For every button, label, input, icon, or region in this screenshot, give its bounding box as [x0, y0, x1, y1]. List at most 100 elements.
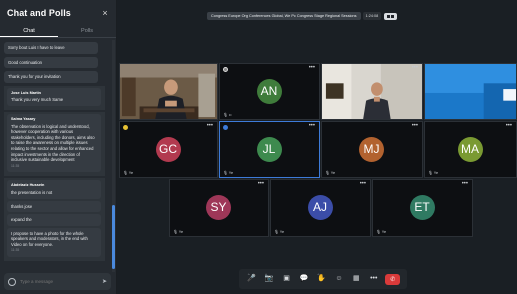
avatar: AJ — [307, 195, 333, 220]
chat-icon: 💬 — [299, 275, 309, 282]
message-text: expand the — [11, 217, 32, 223]
message-time: 11:35 — [11, 248, 20, 253]
meeting-topbar: Congress Europe Org Conferences Global, … — [207, 12, 398, 20]
end-call-button[interactable]: ✆ — [385, 273, 401, 285]
message-text: The observation is logical and understoo… — [11, 123, 95, 163]
grid-icon: ▦ — [353, 275, 360, 282]
participant-tile-video[interactable] — [424, 63, 517, 120]
participant-tile-gc[interactable]: ••• GC 🎙 Ye — [119, 121, 218, 178]
message-text: Sorry bout Luis I have to leave — [8, 45, 65, 50]
more-icon[interactable]: ••• — [462, 181, 468, 187]
message-group: Jose Luis Martin Thank you very much Sam… — [4, 85, 105, 110]
more-options-button[interactable]: ••• — [368, 273, 380, 285]
chat-scrollbar-thumb[interactable] — [112, 205, 115, 269]
more-icon[interactable]: ••• — [207, 123, 213, 129]
chat-message: Thank you for your invitation — [4, 71, 98, 83]
chat-button[interactable]: 💬 — [298, 273, 310, 285]
chat-message: thanks jose — [7, 200, 101, 213]
participant-tile-mj[interactable]: ••• MJ 🎙 Ye — [321, 121, 423, 178]
avatar: AN — [256, 78, 282, 104]
more-icon[interactable]: ••• — [258, 181, 264, 187]
chevron-up-icon[interactable]: ^ — [317, 269, 319, 281]
message-text: Good continuation — [8, 59, 42, 65]
participant-tile-aj[interactable]: ••• AJ 🎙 Ye — [270, 179, 371, 237]
avatar: JL — [256, 136, 282, 162]
chat-message: Salma Yasary The observation is logical … — [7, 113, 101, 173]
message-text: I propose to have a photo for the whole … — [11, 230, 88, 247]
camera-button[interactable]: ^ 📷 — [263, 272, 275, 285]
send-icon[interactable]: ➤ — [102, 278, 107, 285]
participant-tile-sy[interactable]: ••• SY 🎙 Ye — [169, 179, 269, 237]
participant-tile-an[interactable]: ••• AN 🎙 •• — [219, 63, 320, 120]
status-dot — [223, 67, 228, 72]
chevron-up-icon[interactable]: ^ — [248, 269, 250, 281]
meeting-title: Congress Europe Org Conferences Global, … — [207, 12, 361, 20]
message-group: Abdelaziz Hussein the presentation is no… — [4, 178, 105, 262]
more-icon[interactable]: ••• — [412, 123, 418, 129]
close-icon[interactable]: × — [100, 8, 110, 18]
raise-hand-button[interactable]: ^ ✋ — [315, 272, 327, 285]
layout-button[interactable] — [384, 12, 398, 20]
chevron-up-icon[interactable]: ^ — [265, 269, 267, 281]
chat-sidebar: Chat and Polls × Chat Polls Sorry bout L… — [0, 0, 117, 294]
mic-icon: 🎙 Ye — [274, 230, 285, 234]
chat-tabs: Chat Polls — [0, 26, 116, 38]
message-text: Thank you very much Same — [11, 97, 64, 103]
chat-title: Chat and Polls — [7, 8, 71, 18]
participant-video — [425, 64, 516, 119]
avatar: ET — [409, 195, 435, 220]
meeting-toolbar: ^ 🎤 ^ 📷 ▣ 💬 ^ ✋ ☺ ▦ ••• ✆ — [239, 269, 407, 289]
status-dot — [123, 125, 128, 130]
more-icon[interactable]: ••• — [360, 181, 366, 187]
chat-message: Abdelaziz Hussein the presentation is no… — [7, 180, 101, 199]
chat-message: I propose to have a photo for the whole … — [7, 227, 101, 258]
mic-icon: 🎙 Ye — [428, 171, 439, 175]
chat-message: Jose Luis Martin Thank you very much Sam… — [7, 87, 101, 106]
message-text: the presentation is not — [11, 189, 53, 195]
participant-tile-jl[interactable]: ••• JL 🎙 Ye — [219, 121, 320, 178]
reactions-button[interactable]: ☺ — [333, 273, 345, 285]
status-dot — [223, 125, 228, 130]
chat-message: Good continuation — [4, 56, 98, 69]
avatar: SY — [206, 195, 231, 220]
participant-tile-video[interactable]: ••• — [321, 63, 423, 120]
chat-message: Sorry bout Luis I have to leave — [4, 42, 98, 54]
grid-icon — [387, 14, 391, 18]
more-icon[interactable]: ••• — [309, 65, 315, 71]
avatar: MJ — [359, 136, 384, 162]
meeting-timer: 1:24:08 — [362, 12, 382, 20]
phone-hangup-icon: ✆ — [390, 276, 396, 283]
message-author: Abdelaziz Hussein — [11, 183, 45, 188]
chat-header: Chat and Polls × — [0, 0, 116, 26]
mic-icon: 🎙 Ye — [376, 230, 387, 234]
avatar: GC — [155, 136, 181, 162]
more-icon[interactable]: ••• — [309, 123, 315, 129]
message-author: Jose Luis Martin — [11, 90, 41, 95]
emoji-icon[interactable] — [8, 277, 16, 286]
reactions-icon: ☺ — [335, 275, 343, 282]
tile-view-button[interactable]: ▦ — [350, 273, 362, 285]
chat-message: expand the — [7, 214, 101, 226]
participant-tile-ma[interactable]: ••• MA 🎙 Ye — [424, 121, 517, 178]
more-icon[interactable]: ••• — [506, 123, 512, 129]
participant-tile-video[interactable] — [119, 63, 218, 120]
message-time: 11:35 — [11, 163, 20, 168]
tab-chat[interactable]: Chat — [0, 26, 58, 37]
mic-icon: 🎙 Ye — [173, 230, 184, 234]
message-author: Salma Yasary — [11, 116, 36, 121]
participant-tile-et[interactable]: ••• ET 🎙 Ye — [372, 179, 473, 237]
mic-icon: 🎙 Ye — [325, 171, 336, 175]
share-screen-icon: ▣ — [283, 275, 290, 282]
grid-icon — [391, 14, 395, 18]
message-compose: ➤ — [4, 273, 111, 290]
message-input[interactable] — [16, 279, 102, 284]
more-icon[interactable]: ••• — [412, 65, 418, 71]
tab-polls[interactable]: Polls — [58, 26, 116, 37]
mic-icon: 🎙 •• — [223, 113, 232, 117]
share-screen-button[interactable]: ▣ — [281, 273, 293, 285]
microphone-button[interactable]: ^ 🎤 — [246, 272, 258, 285]
message-list[interactable]: Sorry bout Luis I have to leave Good con… — [0, 40, 113, 272]
avatar: MA — [457, 136, 483, 162]
mic-icon: 🎙 Ye — [123, 171, 134, 175]
video-conference-app: Chat and Polls × Chat Polls Sorry bout L… — [0, 0, 517, 294]
